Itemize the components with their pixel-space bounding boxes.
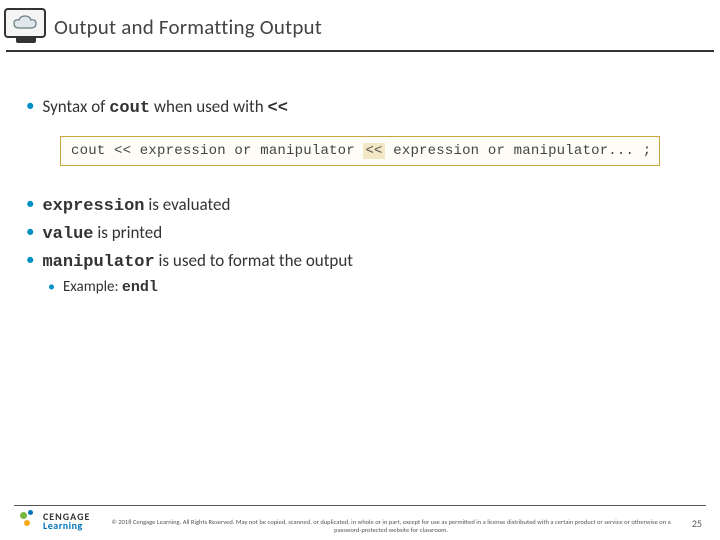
bullet-item: • manipulator is used to format the outp… bbox=[26, 250, 694, 272]
bullet-item: • value is printed bbox=[26, 222, 694, 244]
bullet-item: • Syntax of cout when used with << bbox=[26, 96, 694, 118]
code-inline: value bbox=[42, 225, 93, 244]
slide-content: • Syntax of cout when used with << cout … bbox=[0, 52, 720, 306]
slide-footer: CENGAGE Learning © 2018 Cengage Learning… bbox=[0, 505, 720, 540]
code-inline: expression bbox=[42, 197, 144, 216]
bullet-marker: • bbox=[26, 194, 34, 214]
bullet-text: manipulator is used to format the output bbox=[42, 250, 353, 272]
text: when used with bbox=[150, 96, 268, 117]
slide-header: Output and Formatting Output bbox=[0, 0, 720, 46]
code-inline: << bbox=[268, 99, 288, 118]
bullet-text: Syntax of cout when used with << bbox=[42, 96, 287, 118]
sub-bullet-item: • Example: endl bbox=[48, 278, 694, 296]
bullet-text: expression is evaluated bbox=[42, 194, 230, 216]
text: is printed bbox=[93, 222, 162, 243]
copyright-text: © 2018 Cengage Learning. All Rights Rese… bbox=[100, 518, 682, 534]
code-box-wrap: cout << expression or manipulator << exp… bbox=[60, 136, 660, 166]
page-title: Output and Formatting Output bbox=[54, 14, 322, 40]
brand-mark-icon bbox=[20, 510, 38, 532]
cloud-icon bbox=[11, 14, 39, 32]
bullet-marker: • bbox=[48, 278, 55, 296]
bullet-marker: • bbox=[26, 222, 34, 242]
bullet-marker: • bbox=[26, 96, 34, 116]
text: Example: bbox=[63, 278, 122, 296]
text: Syntax of bbox=[42, 96, 109, 117]
text: is evaluated bbox=[145, 194, 231, 215]
bullet-item: • expression is evaluated bbox=[26, 194, 694, 216]
bullet-text: Example: endl bbox=[63, 278, 158, 296]
page-number: 25 bbox=[692, 517, 702, 530]
code-text: cout << expression or manipulator bbox=[71, 143, 363, 159]
code-inline: cout bbox=[109, 99, 150, 118]
code-text: expression or manipulator... ; bbox=[385, 143, 652, 159]
footer-divider bbox=[14, 505, 706, 506]
text: is used to format the output bbox=[155, 250, 353, 271]
code-box: cout << expression or manipulator << exp… bbox=[60, 136, 660, 166]
monitor-icon bbox=[4, 8, 48, 46]
code-text-highlight: << bbox=[363, 143, 384, 159]
brand-logo: CENGAGE Learning bbox=[20, 510, 90, 532]
code-inline: manipulator bbox=[42, 253, 154, 272]
code-inline: endl bbox=[122, 279, 158, 296]
bullet-marker: • bbox=[26, 250, 34, 270]
bullet-text: value is printed bbox=[42, 222, 162, 244]
